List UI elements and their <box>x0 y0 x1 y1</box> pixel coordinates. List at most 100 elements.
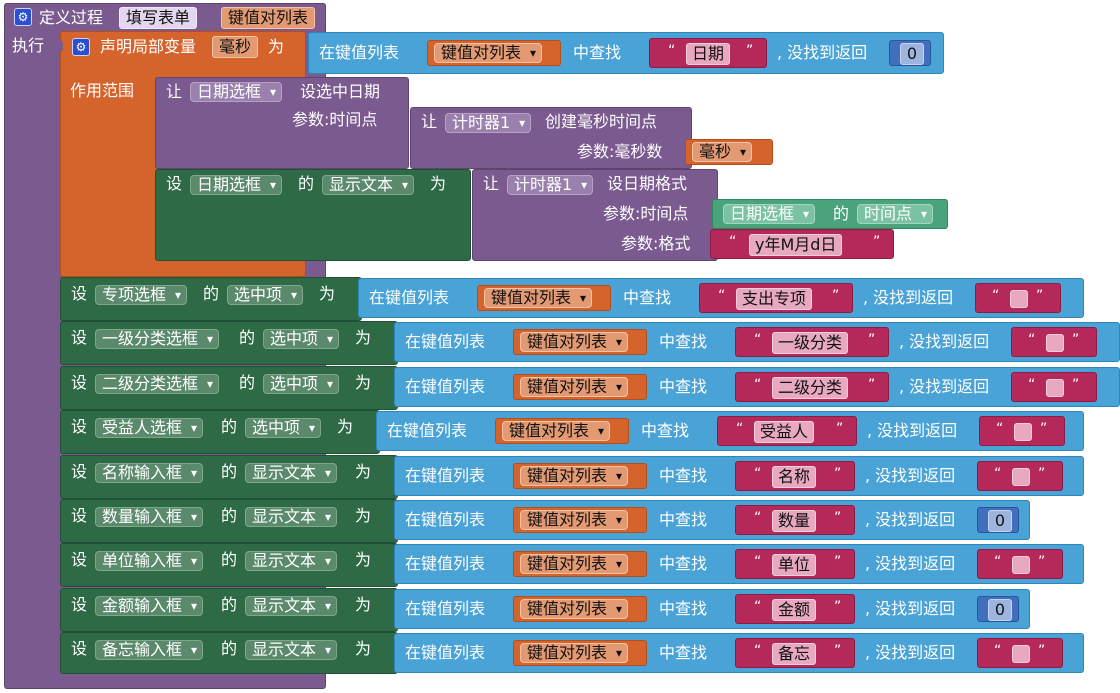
dict-lookup-block[interactable]: 在键值列表 键值对列表 中查找 “ 单位 ” , 没找到返回 “ ” <box>394 544 1084 584</box>
property-dropdown[interactable]: 时间点 <box>857 204 934 224</box>
default-string[interactable]: “ ” <box>1011 327 1097 357</box>
setter-block[interactable]: 设 数量输入框 的 显示文本 为 <box>60 499 398 543</box>
dict-lookup-block[interactable]: 在键值列表 键值对列表 中查找 “ 名称 ” , 没找到返回 “ ” <box>394 456 1084 496</box>
component-dropdown[interactable]: 二级分类选框 <box>95 374 220 394</box>
setter-block[interactable]: 设 备忘输入框 的 显示文本 为 <box>60 632 398 674</box>
property-dropdown[interactable]: 选中项 <box>227 285 304 305</box>
local-var-getter[interactable]: 毫秒 <box>685 139 773 165</box>
default-number[interactable]: 0 <box>889 40 931 66</box>
dict-lookup-block[interactable]: 在键值列表 键值对列表 中查找 “ 支出专项 ” , 没找到返回 “ ” <box>358 278 1084 318</box>
key-value[interactable]: 单位 <box>772 554 817 576</box>
list-var-getter[interactable]: 键值对列表 <box>513 596 647 622</box>
list-var-getter[interactable]: 键值对列表 <box>495 418 629 444</box>
default-string[interactable]: “ ” <box>1011 372 1097 402</box>
number-value[interactable]: 0 <box>900 43 924 65</box>
component-dropdown[interactable]: 单位输入框 <box>95 551 204 571</box>
list-var-dropdown[interactable]: 键值对列表 <box>484 288 593 308</box>
list-var-dropdown[interactable]: 键值对列表 <box>434 43 543 63</box>
property-dropdown[interactable]: 选中项 <box>263 374 340 394</box>
list-var-dropdown[interactable]: 键值对列表 <box>520 332 629 352</box>
property-dropdown[interactable]: 显示文本 <box>245 463 338 483</box>
component-dropdown[interactable]: 名称输入框 <box>95 463 204 483</box>
list-var-dropdown[interactable]: 键值对列表 <box>520 510 629 530</box>
key-value[interactable]: 一级分类 <box>772 332 849 354</box>
list-var-getter[interactable]: 键值对列表 <box>513 640 647 666</box>
list-var-dropdown[interactable]: 键值对列表 <box>520 554 629 574</box>
key-value[interactable]: 支出专项 <box>736 288 813 310</box>
default-number[interactable]: 0 <box>977 507 1019 533</box>
key-value[interactable]: 日期 <box>686 43 731 65</box>
list-var-dropdown[interactable]: 键值对列表 <box>520 466 629 486</box>
key-string[interactable]: “ 名称 ” <box>735 461 855 491</box>
default-string[interactable]: “ ” <box>975 283 1061 313</box>
list-var-getter[interactable]: 键值对列表 <box>513 551 647 577</box>
key-string[interactable]: “ 支出专项 ” <box>699 283 853 313</box>
property-dropdown[interactable]: 显示文本 <box>245 640 338 660</box>
call-set-date-block[interactable]: 让 日期选框 设选中日期 参数:时间点 <box>155 77 409 169</box>
format-string[interactable]: “ y年M月d日 ” <box>710 229 894 259</box>
component-dropdown[interactable]: 数量输入框 <box>95 507 204 527</box>
dict-lookup-block[interactable]: 在键值列表 键值对列表 中查找 “ 一级分类 ” , 没找到返回 “ ” <box>394 322 1120 362</box>
key-value[interactable]: 数量 <box>772 510 817 532</box>
default-value[interactable] <box>1014 423 1032 441</box>
list-var-dropdown[interactable]: 键值对列表 <box>520 599 629 619</box>
gear-icon[interactable]: ⚙ <box>72 38 90 56</box>
dict-lookup-block[interactable]: 在键值列表 键值对列表 中查找 “ 备忘 ” , 没找到返回 “ ” <box>394 633 1084 673</box>
list-var-getter[interactable]: 键值对列表 <box>513 374 647 400</box>
timer-dropdown[interactable]: 计时器1 <box>507 175 594 195</box>
key-value[interactable]: 金额 <box>772 599 817 621</box>
key-string[interactable]: “ 金额 ” <box>735 594 855 624</box>
procedure-header[interactable]: ⚙ 定义过程 填写表单 键值对列表 <box>4 3 326 31</box>
property-dropdown[interactable]: 显示文本 <box>245 596 338 616</box>
default-value[interactable] <box>1010 290 1028 308</box>
default-string[interactable]: “ ” <box>979 416 1065 446</box>
key-value[interactable]: 二级分类 <box>772 377 849 399</box>
list-var-dropdown[interactable]: 键值对列表 <box>520 643 629 663</box>
default-string[interactable]: “ ” <box>977 549 1063 579</box>
key-value[interactable]: 名称 <box>772 466 817 488</box>
date-instant-getter[interactable]: 日期选框 的 时间点 <box>712 199 948 229</box>
dict-lookup-block[interactable]: 在键值列表 键值对列表 中查找 “ 二级分类 ” , 没找到返回 “ ” <box>394 367 1120 407</box>
dict-lookup-block[interactable]: 在键值列表 键值对列表 中查找 “ 日期 ” , 没找到返回 0 <box>308 32 944 74</box>
default-value[interactable] <box>1012 468 1030 486</box>
default-number[interactable]: 0 <box>977 596 1019 622</box>
setter-block[interactable]: 设 名称输入框 的 显示文本 为 <box>60 455 398 499</box>
format-value[interactable]: y年M月d日 <box>749 234 843 256</box>
key-string[interactable]: “ 备忘 ” <box>735 638 855 668</box>
setter-block[interactable]: 设 二级分类选框 的 选中项 为 <box>60 366 398 410</box>
number-value[interactable]: 0 <box>988 510 1012 532</box>
local-var-name[interactable]: 毫秒 <box>212 36 259 58</box>
property-dropdown[interactable]: 显示文本 <box>245 551 338 571</box>
setter-block[interactable]: 设 金额输入框 的 显示文本 为 <box>60 588 398 632</box>
key-string[interactable]: “ 二级分类 ” <box>735 372 889 402</box>
call-format-date-block[interactable]: 让 计时器1 设日期格式 参数:时间点 参数:格式 <box>472 169 718 261</box>
property-dropdown[interactable]: 显示文本 <box>245 507 338 527</box>
default-string[interactable]: “ ” <box>977 461 1063 491</box>
default-value[interactable] <box>1046 334 1064 352</box>
dict-lookup-block[interactable]: 在键值列表 键值对列表 中查找 “ 受益人 ” , 没找到返回 “ ” <box>376 411 1084 451</box>
component-dropdown[interactable]: 备忘输入框 <box>95 640 204 660</box>
list-var-getter[interactable]: 键值对列表 <box>477 285 611 311</box>
key-string[interactable]: “ 日期 ” <box>649 38 767 68</box>
procedure-param[interactable]: 键值对列表 <box>221 7 316 29</box>
list-var-getter[interactable]: 键值对列表 <box>427 40 561 66</box>
component-dropdown[interactable]: 专项选框 <box>95 285 188 305</box>
gear-icon[interactable]: ⚙ <box>14 8 32 26</box>
key-value[interactable]: 备忘 <box>772 643 817 665</box>
setter-block[interactable]: 设 单位输入框 的 显示文本 为 <box>60 543 398 587</box>
list-var-dropdown[interactable]: 键值对列表 <box>520 377 629 397</box>
list-var-getter[interactable]: 键值对列表 <box>513 507 647 533</box>
default-value[interactable] <box>1046 379 1064 397</box>
list-var-getter[interactable]: 键值对列表 <box>513 463 647 489</box>
component-dropdown[interactable]: 日期选框 <box>190 82 283 102</box>
dict-lookup-block[interactable]: 在键值列表 键值对列表 中查找 “ 数量 ” , 没找到返回 0 <box>394 500 1030 540</box>
var-dropdown[interactable]: 毫秒 <box>692 142 753 162</box>
default-string[interactable]: “ ” <box>977 638 1063 668</box>
setter-block[interactable]: 设 一级分类选框 的 选中项 为 <box>60 321 398 365</box>
default-value[interactable] <box>1012 645 1030 663</box>
key-value[interactable]: 受益人 <box>754 421 815 443</box>
component-dropdown[interactable]: 日期选框 <box>190 175 283 195</box>
key-string[interactable]: “ 一级分类 ” <box>735 327 889 357</box>
number-value[interactable]: 0 <box>988 599 1012 621</box>
component-dropdown[interactable]: 日期选框 <box>723 204 816 224</box>
